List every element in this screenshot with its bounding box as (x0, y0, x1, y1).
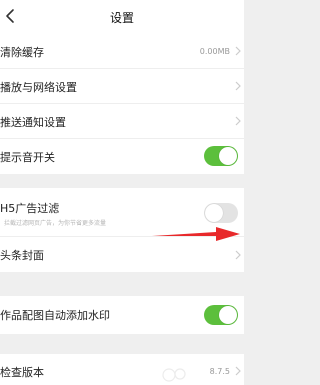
page-title: 设置 (109, 11, 134, 25)
toggle-knob (219, 306, 237, 324)
toggle-knob (205, 204, 223, 222)
top-bar: 设置 (0, 0, 244, 34)
toggle-knob (219, 147, 237, 165)
clear-cache-label: 清除缓存 (0, 46, 44, 59)
clear-cache-row[interactable]: 清除缓存 0.00MB (0, 34, 244, 68)
watermark-label: 作品配图自动添加水印 (0, 309, 110, 322)
sound-toggle[interactable] (204, 146, 238, 166)
chevron-right-icon (235, 46, 241, 56)
chevron-right-icon (235, 250, 241, 260)
sound-label: 提示音开关 (0, 151, 55, 164)
version-value: 8.7.5 (209, 367, 230, 376)
check-version-label: 检查版本 (0, 366, 44, 379)
check-version-row[interactable]: 检查版本 8.7.5 (0, 354, 244, 385)
push-notification-row[interactable]: 推送通知设置 (0, 104, 244, 138)
watermark-row: 作品配图自动添加水印 (0, 296, 244, 334)
sound-row: 提示音开关 (0, 139, 244, 174)
chevron-right-icon (235, 366, 241, 376)
h5-ad-filter-hint: 拦截过滤网页广告，为你节省更多流量 (4, 220, 107, 227)
h5-ad-filter-toggle[interactable] (204, 203, 238, 223)
playback-network-row[interactable]: 播放与网络设置 (0, 69, 244, 103)
cache-size-value: 0.00MB (199, 47, 230, 56)
settings-group-general: 清除缓存 0.00MB 播放与网络设置 推送通知设置 提示音开关 (0, 34, 244, 174)
chevron-right-icon (235, 116, 241, 126)
chevron-right-icon (235, 81, 241, 91)
h5-ad-filter-label: H5广告过滤 (0, 202, 60, 215)
watermark-toggle[interactable] (204, 305, 238, 325)
headline-cover-label: 头条封面 (0, 249, 44, 262)
red-arrow-annotation (152, 227, 240, 241)
playback-network-label: 播放与网络设置 (0, 81, 77, 94)
watermark-decoration (162, 368, 186, 382)
push-notification-label: 推送通知设置 (0, 116, 66, 129)
